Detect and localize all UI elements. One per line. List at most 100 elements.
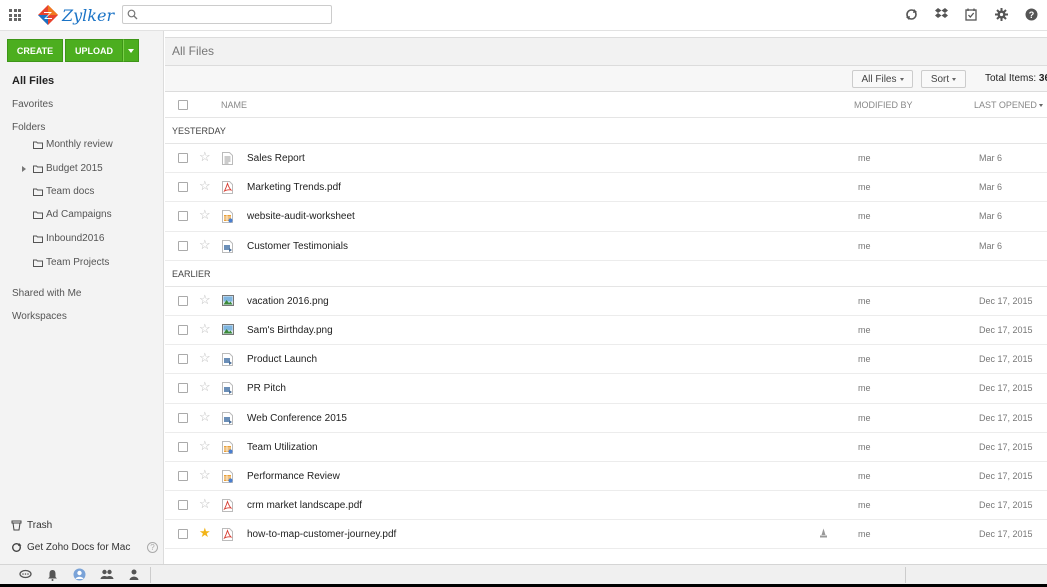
total-items: Total Items: 36 bbox=[985, 73, 1047, 84]
sidebar-item-shared-with-me[interactable]: Shared with Me bbox=[12, 288, 81, 299]
sort-desc-icon bbox=[1039, 104, 1044, 107]
row-checkbox[interactable] bbox=[178, 500, 188, 511]
table-row[interactable]: ★ how-to-map-customer-journey.pdf me Dec 17… bbox=[165, 520, 1047, 550]
table-row[interactable]: ☆ crm market landscape.pdf me Dec 17, 2015 bbox=[165, 491, 1047, 521]
column-header-name[interactable]: NAME bbox=[221, 100, 247, 110]
star-icon[interactable]: ☆ bbox=[199, 497, 211, 510]
dropbox-icon[interactable] bbox=[933, 6, 949, 22]
table-row[interactable]: ☆ Sam's Birthday.png me Dec 17, 2015 bbox=[165, 316, 1047, 346]
star-icon[interactable]: ☆ bbox=[199, 410, 211, 423]
row-checkbox[interactable] bbox=[178, 441, 188, 452]
file-name[interactable]: website-audit-worksheet bbox=[247, 211, 355, 222]
column-header-last-opened[interactable]: LAST OPENED bbox=[974, 100, 1044, 110]
app-grid-icon[interactable] bbox=[9, 9, 21, 21]
zylker-logo[interactable]: Zylker bbox=[37, 3, 114, 27]
table-row[interactable]: ☆ Performance Review me Dec 17, 2015 bbox=[165, 462, 1047, 492]
user-icon[interactable] bbox=[126, 568, 141, 581]
row-checkbox[interactable] bbox=[178, 383, 188, 394]
filter-dropdown[interactable]: All Files bbox=[852, 70, 913, 88]
contacts-icon[interactable] bbox=[72, 568, 87, 581]
star-icon[interactable]: ☆ bbox=[199, 293, 211, 306]
sidebar-item-all-files[interactable]: All Files bbox=[12, 75, 54, 87]
star-icon[interactable]: ☆ bbox=[199, 351, 211, 364]
table-row[interactable]: ☆ Team Utilization me Dec 17, 2015 bbox=[165, 433, 1047, 462]
table-row[interactable]: ☆ vacation 2016.png me Dec 17, 2015 bbox=[165, 287, 1047, 316]
sidebar-folder[interactable]: Budget 2015 bbox=[33, 163, 103, 174]
table-row[interactable]: ☆ Customer Testimonials me Mar 6 bbox=[165, 232, 1047, 261]
chat-icon[interactable] bbox=[18, 568, 33, 581]
table-row[interactable]: ☆ PR Pitch me Dec 17, 2015 bbox=[165, 374, 1047, 404]
sync-icon[interactable] bbox=[903, 6, 919, 22]
file-name[interactable]: Sam's Birthday.png bbox=[247, 325, 333, 336]
table-row[interactable]: ☆ Sales Report me Mar 6 bbox=[165, 144, 1047, 174]
search-input[interactable] bbox=[122, 5, 332, 24]
sidebar-folder-label: Monthly review bbox=[46, 139, 113, 150]
file-name[interactable]: crm market landscape.pdf bbox=[247, 500, 362, 511]
row-checkbox[interactable] bbox=[178, 470, 188, 481]
row-checkbox[interactable] bbox=[178, 529, 188, 540]
document-file-icon bbox=[222, 152, 233, 165]
get-app-link[interactable]: Get Zoho Docs for Mac bbox=[11, 542, 130, 553]
row-checkbox[interactable] bbox=[178, 412, 188, 423]
groups-icon[interactable] bbox=[99, 568, 114, 581]
help-icon[interactable]: ? bbox=[147, 542, 158, 553]
sidebar-folder[interactable]: Ad Campaigns bbox=[33, 209, 112, 220]
file-name[interactable]: Sales Report bbox=[247, 153, 305, 164]
sidebar-item-trash[interactable]: Trash bbox=[11, 520, 52, 531]
file-name[interactable]: Performance Review bbox=[247, 471, 340, 482]
file-name[interactable]: vacation 2016.png bbox=[247, 296, 329, 307]
row-checkbox[interactable] bbox=[178, 211, 188, 222]
table-row[interactable]: ☆ Marketing Trends.pdf me Mar 6 bbox=[165, 173, 1047, 203]
file-name[interactable]: Customer Testimonials bbox=[247, 241, 348, 252]
file-name[interactable]: Team Utilization bbox=[247, 442, 318, 453]
star-icon[interactable]: ☆ bbox=[199, 439, 211, 452]
star-icon[interactable]: ☆ bbox=[199, 322, 211, 335]
star-icon[interactable]: ☆ bbox=[199, 380, 211, 393]
tasks-icon[interactable] bbox=[963, 6, 979, 22]
row-checkbox[interactable] bbox=[178, 240, 188, 251]
row-checkbox[interactable] bbox=[178, 182, 188, 193]
star-icon[interactable]: ☆ bbox=[199, 468, 211, 481]
file-name[interactable]: how-to-map-customer-journey.pdf bbox=[247, 529, 396, 540]
sidebar-folder[interactable]: Monthly review bbox=[33, 139, 113, 150]
sidebar-item-folders[interactable]: Folders bbox=[12, 122, 45, 133]
last-opened-date: Dec 17, 2015 bbox=[979, 324, 1033, 335]
last-opened-date: Mar 6 bbox=[979, 153, 1003, 163]
sidebar-folder[interactable]: Inbound2016 bbox=[33, 233, 104, 244]
sidebar-folder[interactable]: Team docs bbox=[33, 186, 94, 197]
sort-dropdown[interactable]: Sort bbox=[921, 70, 966, 88]
select-all-checkbox[interactable] bbox=[178, 100, 188, 110]
notifications-icon[interactable] bbox=[45, 568, 60, 581]
modified-by: me bbox=[858, 441, 871, 452]
table-row[interactable]: ☆ Product Launch me Dec 17, 2015 bbox=[165, 345, 1047, 375]
sidebar-folder[interactable]: Team Projects bbox=[33, 257, 109, 268]
upload-menu-button[interactable] bbox=[123, 39, 139, 62]
row-checkbox[interactable] bbox=[178, 324, 188, 335]
help-icon[interactable]: ? bbox=[1023, 6, 1039, 22]
table-row[interactable]: ☆ Web Conference 2015 me Dec 17, 2015 bbox=[165, 404, 1047, 433]
column-header-modified-by[interactable]: MODIFIED BY bbox=[854, 100, 913, 110]
modified-by: me bbox=[858, 211, 871, 222]
sidebar-item-workspaces[interactable]: Workspaces bbox=[12, 311, 67, 322]
star-icon[interactable]: ☆ bbox=[199, 179, 211, 192]
upload-button[interactable]: UPLOAD bbox=[65, 39, 123, 62]
sidebar-item-favorites[interactable]: Favorites bbox=[12, 99, 53, 110]
create-button[interactable]: CREATE bbox=[7, 39, 63, 62]
row-checkbox[interactable] bbox=[178, 354, 188, 365]
main-panel: All Files All Files Sort Total Items: 36… bbox=[165, 37, 1047, 564]
modified-by: me bbox=[858, 324, 871, 335]
star-icon[interactable]: ☆ bbox=[199, 238, 211, 251]
settings-icon[interactable] bbox=[993, 6, 1009, 22]
table-row[interactable]: ☆ website-audit-worksheet me Mar 6 bbox=[165, 202, 1047, 232]
last-opened-date: Mar 6 bbox=[979, 182, 1003, 193]
chevron-right-icon[interactable] bbox=[22, 166, 26, 172]
file-name[interactable]: PR Pitch bbox=[247, 383, 286, 394]
row-checkbox[interactable] bbox=[178, 153, 188, 163]
row-checkbox[interactable] bbox=[178, 295, 188, 306]
star-filled-icon[interactable]: ★ bbox=[199, 526, 211, 539]
file-name[interactable]: Marketing Trends.pdf bbox=[247, 182, 341, 193]
star-icon[interactable]: ☆ bbox=[199, 208, 211, 221]
file-name[interactable]: Product Launch bbox=[247, 354, 317, 365]
file-name[interactable]: Web Conference 2015 bbox=[247, 413, 347, 424]
star-icon[interactable]: ☆ bbox=[199, 150, 211, 163]
